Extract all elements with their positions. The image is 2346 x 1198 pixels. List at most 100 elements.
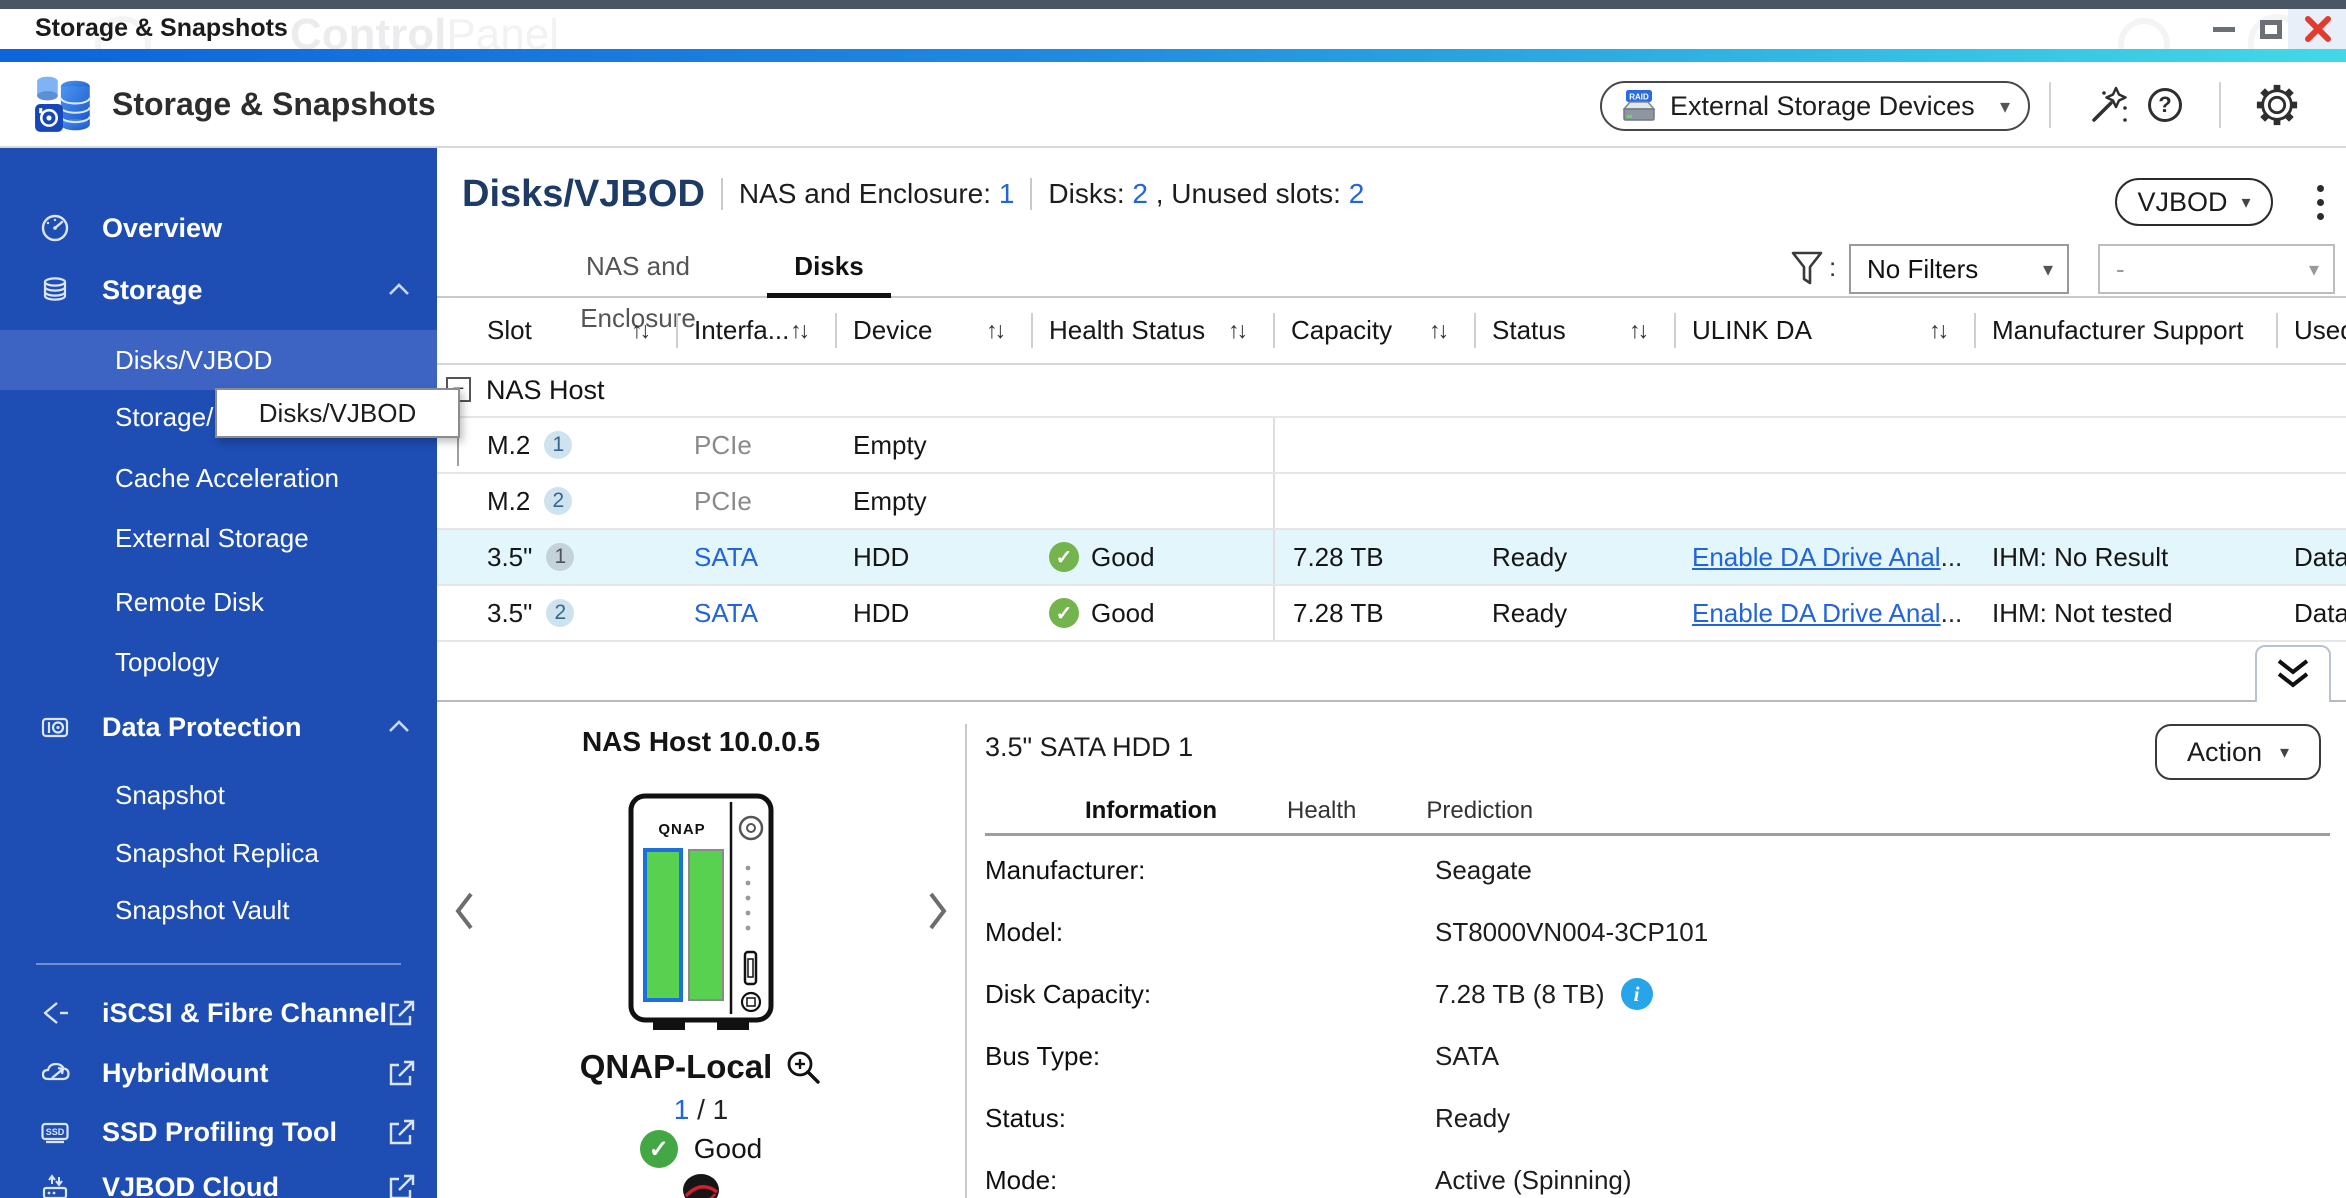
vjbod-cloud-icon [42,1174,68,1198]
watermark-text: ControlPanel [290,10,559,49]
minimize-button[interactable] [2202,9,2246,49]
collapse-panel-button[interactable] [2255,645,2331,702]
sidebar-item-cache-acceleration[interactable]: Cache Acceleration [0,456,437,500]
device-selector-dropdown[interactable]: RAID External Storage Devices ▾ [1600,81,2030,131]
enable-da-link[interactable]: Enable DA Drive Anal [1692,598,1941,629]
interface-link[interactable]: SATA [676,586,835,640]
close-button[interactable] [2296,9,2340,49]
maximize-button[interactable] [2249,9,2293,49]
settings-button[interactable] [2254,82,2300,128]
detail-tab-information[interactable]: Information [1085,797,1217,825]
table-header: Slot ↑↓ Interfa... ↑↓ Device ↑↓ Health Stat… [437,298,2346,365]
sort-icon[interactable]: ↑↓ [1929,317,1974,344]
table-row[interactable]: 3.5" 2 SATA HDD ✓ Good 7.28 TB Ready Enabl… [437,586,2346,642]
field-model: Model: ST8000VN004-3CP101 [985,916,1709,947]
detail-tab-health[interactable]: Health [1287,797,1356,825]
table-row[interactable]: M.2 2 PCIe Empty [437,474,2346,530]
column-header-status[interactable]: Status ↑↓ [1474,298,1674,363]
enclosure-name: QNAP-Local [579,1048,773,1085]
column-header-slot[interactable]: Slot ↑↓ [437,298,676,363]
external-link-icon [389,1174,415,1198]
chevron-up-icon[interactable] [385,713,413,741]
filter-funnel-icon[interactable] [1789,249,1825,289]
chevron-up-icon[interactable] [385,276,413,304]
svg-text:RAID: RAID [1629,93,1649,102]
header-divider [2049,82,2051,128]
nas-device-illustration[interactable]: QNAP [627,792,775,1034]
wizard-button[interactable] [2084,82,2130,128]
sidebar-item-vjbod-cloud[interactable]: VJBOD Cloud [0,1165,437,1198]
column-header-ulink-da[interactable]: ULINK DA ↑↓ [1674,298,1974,363]
sidebar-item-snapshot-replica[interactable]: Snapshot Replica [0,831,437,875]
filter-dropdown[interactable]: No Filters ▾ [1849,244,2069,294]
stat-nas-enclosure: NAS and Enclosure: 1 [738,178,1015,209]
carousel-next-button[interactable] [925,888,951,934]
column-header-capacity[interactable]: Capacity ↑↓ [1273,298,1474,363]
zoom-in-icon[interactable] [784,1048,822,1086]
health-good-icon: ✓ [1049,542,1079,572]
table-row[interactable]: M.2 1 PCIe Empty [437,418,2346,474]
chevron-down-icon: ▾ [2308,258,2319,281]
sort-icon[interactable]: ↑↓ [790,317,835,344]
maximize-icon [2260,19,2282,39]
sidebar-item-iscsi-fibre-channel[interactable]: iSCSI & Fibre Channel [0,991,437,1035]
sort-icon[interactable]: ↑↓ [986,317,1031,344]
column-header-health-status[interactable]: Health Status ↑↓ [1031,298,1273,363]
enable-da-link[interactable]: Enable DA Drive Anal [1692,542,1941,573]
sidebar-item-disks-vjbod[interactable]: Disks/VJBOD [0,330,437,390]
table-group-row-nas-host[interactable]: − NAS Host [437,365,2346,418]
table-row-selected[interactable]: 3.5" 1 SATA HDD ✓ Good 7.28 TB Ready Enabl… [437,530,2346,586]
drive-bay-2[interactable] [688,849,724,1001]
column-header-device[interactable]: Device ↑↓ [835,298,1031,363]
sidebar-item-data-protection[interactable]: Data Protection [0,705,437,749]
detail-tabs: Information Health Prediction [1085,797,1533,825]
info-icon[interactable]: i [1620,978,1653,1010]
sort-icon[interactable]: ↑↓ [1228,317,1273,344]
sidebar-item-snapshot[interactable]: Snapshot [0,773,437,817]
sidebar-item-ssd-profiling-tool[interactable]: SSD SSD Profiling Tool [0,1110,437,1154]
column-header-interface[interactable]: Interfa... ↑↓ [676,298,835,363]
sidebar-item-topology[interactable]: Topology [0,640,437,684]
gauge-icon [41,214,69,242]
vjbod-button[interactable]: VJBOD ▾ [2115,178,2273,226]
carousel-prev-button[interactable] [451,888,477,934]
enclosure-status: ✓ Good [437,1130,965,1168]
slot-number-badge: 2 [544,487,573,515]
magic-wand-icon [2092,86,2127,122]
titlebar-top-strip [0,0,2346,9]
disks-icon [43,277,67,301]
watermark-circle [2118,18,2170,49]
tab-nas-and-enclosure[interactable]: NAS and Enclosure [543,240,733,333]
detail-tabs-underline [985,833,2330,836]
detail-tab-prediction[interactable]: Prediction [1426,797,1533,825]
sort-icon[interactable]: ↑↓ [1429,317,1474,344]
column-header-used[interactable]: Used [2276,298,2346,363]
sidebar-item-external-storage[interactable]: External Storage [0,516,437,560]
double-chevron-down-icon [2277,658,2309,688]
action-button[interactable]: Action ▾ [2155,724,2321,780]
tab-disks[interactable]: Disks [767,240,891,298]
disk-detail-panel: 3.5" SATA HDD 1 Action ▾ Information Hea… [985,702,2346,1198]
sidebar-divider [36,963,401,965]
sidebar-item-remote-disk[interactable]: Remote Disk [0,580,437,624]
sidebar-item-snapshot-vault[interactable]: Snapshot Vault [0,888,437,932]
field-status: Status: Ready [985,1102,1511,1133]
interface-link[interactable]: SATA [676,530,835,584]
sidebar-item-hybridmount[interactable]: HybridMount [0,1051,437,1095]
help-button[interactable]: ? [2142,82,2188,128]
column-header-manufacturer-support[interactable]: Manufacturer Support [1974,298,2276,363]
slot-number-badge: 1 [544,431,573,459]
sort-icon[interactable]: ↑↓ [1629,317,1674,344]
field-manufacturer: Manufacturer: Seagate [985,854,1532,885]
drive-bay-1[interactable] [643,848,683,1002]
sidebar-item-storage[interactable]: Storage [0,268,437,312]
cloud-icon [41,1062,70,1081]
iscsi-icon [43,1002,68,1024]
filter-secondary-dropdown[interactable]: - ▾ [2098,244,2335,294]
stat-divider [720,178,723,210]
sort-icon[interactable]: ↑↓ [631,317,676,344]
sidebar-item-overview[interactable]: Overview [0,206,437,250]
more-options-button[interactable] [2305,174,2335,230]
sidebar: Overview Storage Disks/VJBOD Storage/ Ca… [0,148,437,1198]
page-title: Disks/VJBOD [462,172,705,215]
